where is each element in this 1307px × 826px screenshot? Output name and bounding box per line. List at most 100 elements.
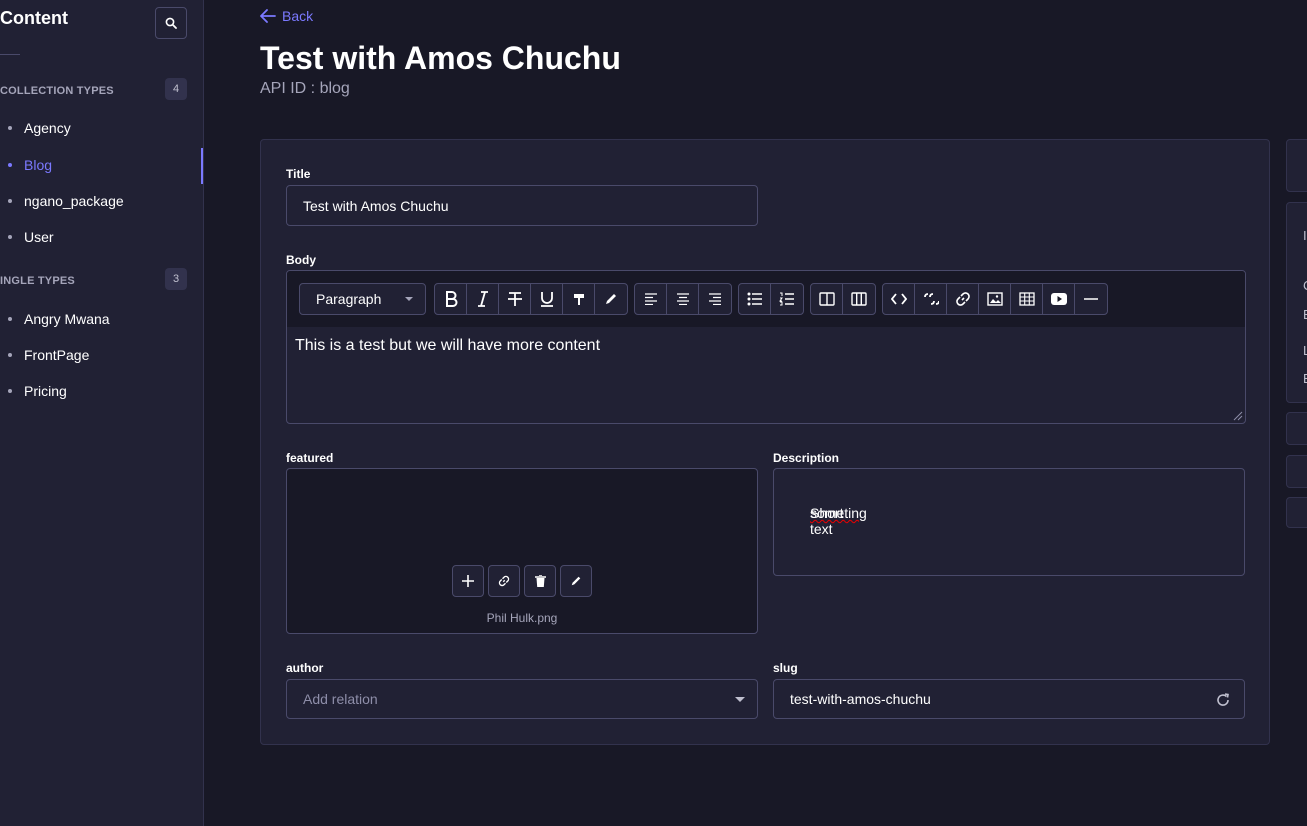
pen-button[interactable] (595, 284, 627, 314)
sidebar-item-ngano-package[interactable]: ngano_package (0, 184, 203, 218)
paragraph-format-select[interactable]: Paragraph (299, 283, 426, 315)
search-button[interactable] (155, 7, 187, 39)
numbered-list-icon (779, 292, 794, 306)
caret-down-icon (735, 697, 745, 702)
image-button[interactable] (979, 284, 1011, 314)
image-icon (986, 292, 1003, 306)
featured-media-field: Phil Hulk.png (286, 468, 758, 634)
align-center-button[interactable] (667, 284, 699, 314)
sidebar-title: Content (0, 8, 68, 28)
add-media-button[interactable] (452, 565, 484, 597)
content-sidebar: Content COLLECTION TYPES 4 Agency Blog n… (0, 0, 204, 826)
sidebar-item-angry-mwana[interactable]: Angry Mwana (0, 302, 203, 336)
bold-icon (445, 291, 457, 307)
highlight-button[interactable] (563, 284, 595, 314)
bullet-list-icon (747, 292, 762, 306)
sidebar-item-blog[interactable]: Blog (0, 148, 203, 184)
bullet-list-button[interactable] (739, 284, 771, 314)
list-group (738, 283, 804, 315)
strikethrough-button[interactable] (499, 284, 531, 314)
align-center-icon (676, 293, 689, 305)
text-style-group (434, 283, 628, 315)
sidebar-item-frontpage[interactable]: FrontPage (0, 338, 203, 372)
right-panel-delete-button[interactable] (1286, 497, 1307, 528)
bullet-icon (8, 353, 12, 357)
quote-button[interactable] (915, 284, 947, 314)
link-button[interactable] (947, 284, 979, 314)
two-columns-button[interactable] (811, 284, 843, 314)
pencil-icon (571, 576, 581, 586)
body-editor-content[interactable]: This is a test but we will have more con… (295, 337, 600, 355)
numbered-list-button[interactable] (771, 284, 803, 314)
right-panel-letter: L (1303, 343, 1307, 358)
edit-form-card: Title Test with Amos Chuchu Body Paragra… (260, 139, 1270, 745)
edit-media-button[interactable] (560, 565, 592, 597)
right-panel-button[interactable] (1286, 455, 1307, 488)
title-label: Title (286, 167, 311, 181)
sidebar-item-pricing[interactable]: Pricing (0, 374, 203, 408)
table-button[interactable] (1011, 284, 1043, 314)
slug-value: test-with-amos-chuchu (790, 691, 931, 707)
bullet-icon (8, 126, 12, 130)
underline-icon (540, 292, 553, 307)
sidebar-item-agency[interactable]: Agency (0, 111, 203, 145)
right-panel-card (1286, 139, 1307, 192)
delete-media-button[interactable] (524, 565, 556, 597)
link-icon (498, 575, 510, 587)
align-left-button[interactable] (635, 284, 667, 314)
title-input[interactable]: Test with Amos Chuchu (286, 185, 758, 226)
bold-button[interactable] (435, 284, 467, 314)
description-textarea[interactable]: Short text someting (773, 468, 1245, 576)
column-group (810, 283, 876, 315)
slug-input[interactable]: test-with-amos-chuchu (773, 679, 1245, 719)
resize-handle-icon[interactable] (1233, 411, 1243, 421)
bullet-icon (8, 317, 12, 321)
search-icon (165, 17, 177, 29)
underline-button[interactable] (531, 284, 563, 314)
sidebar-item-label: Agency (24, 120, 71, 136)
copy-link-button[interactable] (488, 565, 520, 597)
code-button[interactable] (883, 284, 915, 314)
trash-icon (534, 575, 546, 587)
collection-types-heading: COLLECTION TYPES (0, 85, 114, 97)
align-right-icon (709, 293, 721, 305)
body-label: Body (286, 253, 316, 267)
sidebar-item-label: Angry Mwana (24, 311, 110, 327)
video-button[interactable] (1043, 284, 1075, 314)
author-relation-select[interactable]: Add relation (286, 679, 758, 719)
italic-button[interactable] (467, 284, 499, 314)
back-label: Back (282, 8, 314, 24)
author-placeholder: Add relation (303, 691, 378, 707)
page-title: Test with Amos Chuchu (260, 40, 621, 76)
refresh-icon[interactable] (1216, 693, 1230, 707)
sidebar-item-user[interactable]: User (0, 220, 203, 254)
align-right-button[interactable] (699, 284, 731, 314)
collection-types-count: 4 (165, 78, 187, 100)
right-panel-letter: C (1303, 278, 1307, 293)
single-types-heading: INGLE TYPES (0, 275, 75, 287)
three-columns-button[interactable] (843, 284, 875, 314)
author-label: author (286, 661, 324, 675)
plus-icon (462, 575, 474, 587)
back-link[interactable]: Back (260, 8, 313, 24)
bullet-icon (8, 235, 12, 239)
horizontal-rule-button[interactable] (1075, 284, 1107, 314)
italic-icon (477, 291, 488, 307)
youtube-icon (1050, 293, 1067, 305)
format-label: Paragraph (316, 291, 382, 307)
right-panel-button[interactable] (1286, 412, 1307, 445)
media-file-name: Phil Hulk.png (486, 611, 558, 625)
code-icon (890, 293, 907, 305)
insert-group (882, 283, 1108, 315)
right-panel-letter: I (1303, 228, 1307, 243)
bullet-icon (8, 389, 12, 393)
single-types-count: 3 (165, 268, 187, 290)
pen-icon (606, 294, 616, 304)
quote-icon (923, 293, 939, 305)
arrow-left-icon (260, 9, 276, 23)
sidebar-item-label: User (24, 229, 54, 245)
slug-label: slug (773, 661, 798, 675)
api-id: API ID : blog (260, 80, 350, 97)
editor-toolbar: Paragraph (287, 271, 1245, 327)
sidebar-divider (0, 54, 20, 55)
